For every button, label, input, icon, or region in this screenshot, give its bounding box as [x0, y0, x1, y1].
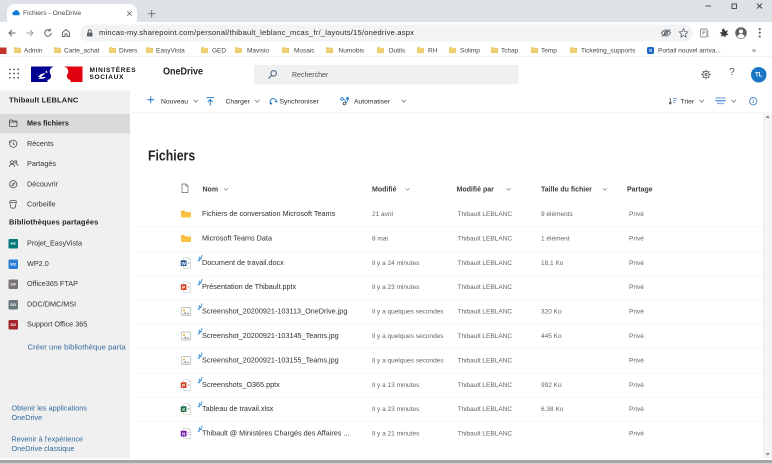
svg-text:P: P — [182, 383, 185, 388]
svg-text:X: X — [182, 407, 185, 412]
svg-text:N: N — [182, 431, 185, 436]
svg-text:P: P — [182, 285, 185, 290]
svg-text:W: W — [181, 261, 186, 266]
